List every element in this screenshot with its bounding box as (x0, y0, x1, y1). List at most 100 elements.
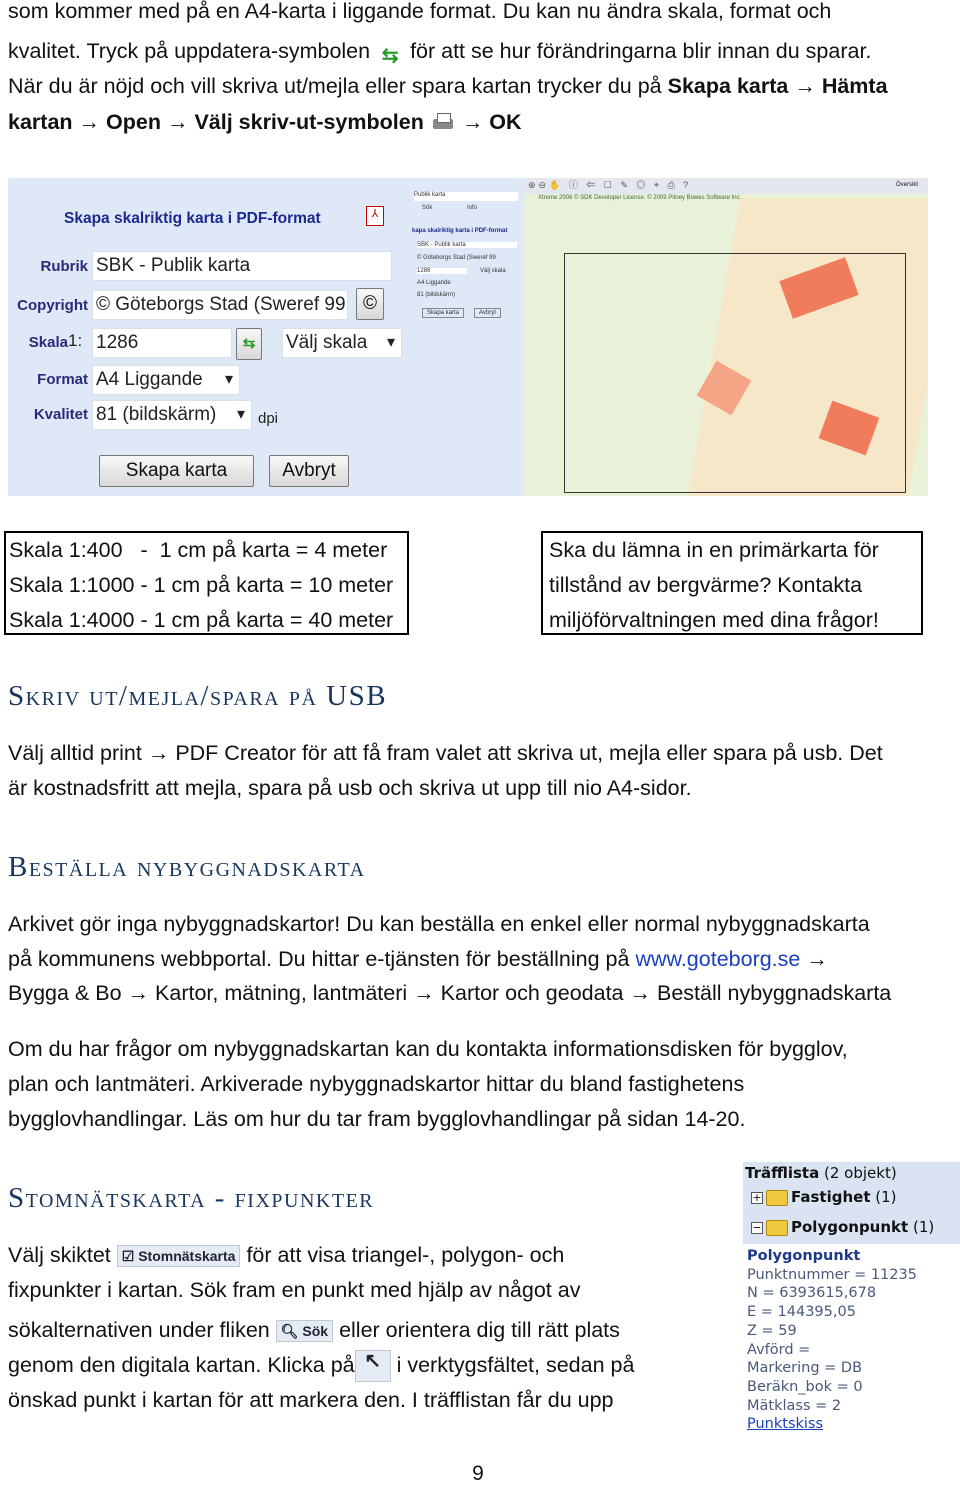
mini-panel: Publik karta Sök Info kapa skalriktig ka… (412, 178, 524, 496)
text: i verktygsfältet, sedan på (396, 1353, 635, 1377)
collapse-icon[interactable]: − (751, 1221, 763, 1234)
text: Open (106, 110, 161, 134)
para-line: Välj alltid print → PDF Creator för att … (8, 736, 883, 771)
para-line: är kostnadsfritt att mejla, spara på usb… (8, 776, 692, 800)
map-toolbar[interactable]: ⊕⊖✋ ⓘ ⇐ ☐ ✎ ◎ ⌖ ⎙ ? (524, 178, 928, 194)
section-heading: Stomnätskarta - fixpunkter (8, 1182, 375, 1214)
section-heading: Beställa nybyggnadskarta (8, 851, 366, 883)
copyright-button[interactable]: © (356, 288, 384, 320)
para-line: Bygga & Bo → Kartor, mätning, lantmäteri… (8, 976, 891, 1011)
kvalitet-label: Kvalitet (33, 406, 88, 423)
detail-row: E = 144395,05 (747, 1304, 856, 1321)
goteborg-link[interactable]: www.goteborg.se (635, 947, 800, 971)
para-line: på kommunens webbportal. Du hittar e-tjä… (8, 942, 828, 977)
create-map-button[interactable]: Skapa karta (99, 455, 254, 487)
mini-layer: Publik karta (414, 192, 518, 201)
detail-row: Punktnummer = 11235 (747, 1266, 917, 1283)
hit-list-header: Träfflista (2 objekt) + Fastighet (1) − Po… (743, 1162, 960, 1244)
magnifier-icon: 🔍︎ (280, 1323, 299, 1340)
mini-title: kapa skalriktig karta i PDF-format (412, 228, 508, 234)
detail-row: Mätklass = 2 (747, 1397, 842, 1414)
format-select[interactable]: A4 Liggande (92, 365, 240, 395)
text: Polygonpunkt (791, 1218, 909, 1236)
printer-icon (430, 111, 456, 135)
detail-title: Polygonpunkt (747, 1248, 861, 1264)
map-overview: Översikt (896, 182, 919, 188)
para-line: Om du har frågor om nybyggnadskartan kan… (8, 1037, 848, 1061)
text: PDF Creator för att få fram valet att sk… (175, 741, 883, 765)
refresh-icon: ⇆ (381, 45, 399, 68)
text: eller orientera dig till rätt plats (339, 1318, 620, 1342)
intro-line: kartan → Open → Välj skriv-ut-symbolen →… (8, 105, 522, 140)
text: på kommunens webbportal. Du hittar e-tjä… (8, 947, 636, 971)
skala-input[interactable]: 1286 (92, 328, 232, 358)
folder-icon (766, 1189, 788, 1206)
text: Beställ nybyggnadskarta (657, 981, 892, 1005)
text: miljöförvaltningen med dina frågor! (549, 608, 879, 632)
text: sökalternativen under fliken (8, 1318, 270, 1342)
para-line: sökalternativen under fliken 🔍︎ Sök elle… (8, 1313, 620, 1348)
text: för att visa triangel-, polygon- och (246, 1243, 565, 1267)
scale-info-box: Skala 1:400 - 1 cm på karta = 4 meter Sk… (4, 531, 409, 635)
text: kartan (8, 110, 73, 134)
para-line: bygglovhandlingar. Läs om hur du tar fra… (8, 1107, 746, 1131)
para-line: Välj skiktet ☑ Stomnätskarta för att vis… (8, 1238, 564, 1273)
punktskiss-link[interactable]: Punktskiss (747, 1416, 823, 1432)
text: Bygga & Bo (8, 981, 122, 1005)
text: Ska du lämna in en primärkarta för (549, 538, 879, 562)
detail-row: Markering = DB (747, 1360, 863, 1377)
text: Hämta (821, 74, 888, 98)
intro-line: När du är nöjd och vill skriva ut/mejla … (8, 69, 888, 104)
mini-kvalitet: 81 (bildskärm) (417, 292, 456, 298)
layer-chip: ☑ Stomnätskarta (116, 1245, 241, 1268)
para-line: fixpunkter i kartan. Sök fram en punkt m… (8, 1278, 581, 1302)
arrow-icon: → (413, 981, 435, 1005)
detail-row: Z = 59 (747, 1322, 797, 1339)
format-label: Format (37, 371, 88, 388)
text: Sök (302, 1323, 329, 1340)
copyright-input[interactable]: © Göteborgs Stad (Sweref 99 (92, 290, 348, 320)
refresh-button[interactable]: ⇆ (236, 328, 262, 360)
skala-prefix: 1: (68, 331, 83, 350)
hit-group[interactable]: + Fastighet (1) (745, 1182, 958, 1212)
kvalitet-select[interactable]: 81 (bildskärm) (92, 400, 252, 430)
pdf-form: Skapa skalriktig karta i PDF-format ⅄ Ru… (8, 178, 412, 496)
skala-select[interactable]: Välj skala (282, 328, 402, 358)
notice-box: Ska du lämna in en primärkarta för tills… (541, 531, 923, 635)
select-cursor-icon: ↖ (354, 1350, 391, 1383)
mini-tab-info: Info (467, 205, 478, 211)
screenshot-pdf-dialog: Skapa skalriktig karta i PDF-format ⅄ Ru… (8, 178, 928, 496)
arrow-icon: → (461, 110, 484, 134)
text: Kartor, mätning, lantmäteri (155, 981, 408, 1005)
intro-line: kvalitet. Tryck på uppdatera-symbolen ⇆ … (8, 34, 871, 69)
mini-create: Skapa karta (422, 308, 465, 318)
section-heading: Skriv ut/mejla/spara på USB (8, 680, 388, 712)
text: som kommer med på en A4-karta i liggande… (8, 0, 832, 23)
cancel-button[interactable]: Avbryt (269, 455, 349, 487)
text: Skala 1:400 - 1 cm på karta = 4 meter (9, 538, 388, 562)
mini-format: A4 Liggande (417, 280, 451, 286)
text: Kartor och geodata (440, 981, 624, 1005)
map-view[interactable]: ⊕⊖✋ ⓘ ⇐ ☐ ✎ ◎ ⌖ ⎙ ? Översikt Xtreme 2008… (524, 178, 928, 496)
text: Fastighet (791, 1188, 871, 1206)
text: Träfflista (745, 1164, 820, 1182)
hit-group[interactable]: − Polygonpunkt (1) (745, 1212, 958, 1244)
expand-icon[interactable]: + (751, 1191, 763, 1204)
text: När du är nöjd och vill skriva ut/mejla … (8, 74, 668, 98)
map-copyright: Xtreme 2008 © SDK Developer License. © 2… (538, 195, 742, 201)
text: (1) (875, 1188, 897, 1206)
text: Välj alltid print (8, 741, 142, 765)
arrow-icon: → (127, 981, 150, 1005)
checkbox-icon: ☑ (121, 1248, 135, 1265)
para-line: önskad punkt i kartan för att markera de… (8, 1388, 614, 1412)
arrow-icon: → (629, 981, 652, 1005)
text: tillstånd av bergvärme? Kontakta (549, 573, 863, 597)
detail-row: N = 6393615,678 (747, 1285, 877, 1302)
print-area-frame (564, 253, 906, 493)
para-line: plan och lantmäteri. Arkiverade nybyggna… (8, 1072, 745, 1096)
text: Skapa karta (667, 74, 789, 98)
rubrik-input[interactable]: SBK - Publik karta (92, 251, 392, 281)
form-title: Skapa skalriktig karta i PDF-format (64, 210, 321, 227)
text: Välj skriv-ut-symbolen (194, 110, 424, 134)
mini-skala-select: Välj skala (480, 268, 506, 274)
